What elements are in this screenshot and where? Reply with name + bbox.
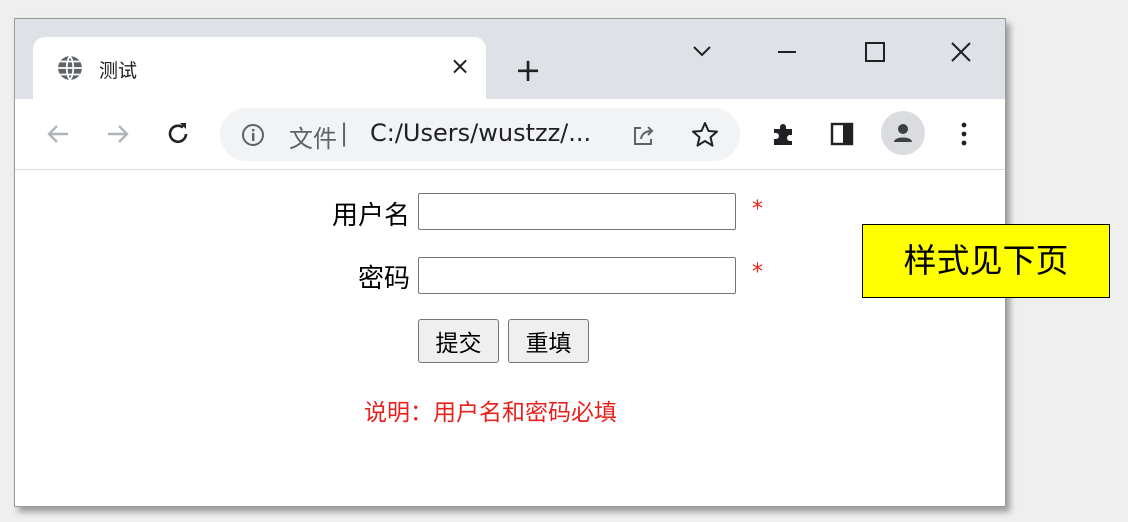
new-tab-button[interactable]: +	[511, 53, 545, 87]
submit-button[interactable]: 提交	[418, 319, 499, 363]
username-label: 用户名	[331, 201, 410, 231]
browser-toolbar: 文件 | C:/Users/wustzz/...	[15, 99, 1005, 170]
globe-icon	[58, 55, 82, 81]
maximize-icon[interactable]	[855, 35, 895, 69]
reset-button[interactable]: 重填	[508, 319, 589, 363]
person-icon	[894, 124, 912, 142]
username-required-mark: *	[752, 197, 763, 222]
profile-avatar[interactable]	[881, 111, 925, 155]
address-scheme-label: 文件	[289, 125, 337, 153]
address-bar[interactable]: 文件 | C:/Users/wustzz/...	[220, 108, 740, 161]
close-window-icon[interactable]	[941, 35, 981, 69]
page-content: 用户名 * 密码 * 提交 重填 说明：用户名和密码必填	[15, 170, 1005, 506]
tab-active[interactable]: 测试 ×	[33, 37, 486, 99]
share-icon[interactable]	[630, 121, 658, 149]
browser-window: 测试 × + 文件 | C:/Users/wustzz/... 用户名 * 密码…	[14, 18, 1006, 507]
title-bar: 测试 × +	[15, 19, 1005, 99]
password-label: 密码	[357, 264, 410, 294]
minimize-icon[interactable]	[767, 35, 807, 69]
reload-icon[interactable]	[161, 117, 195, 151]
side-panel-icon[interactable]	[825, 117, 859, 151]
address-separator: |	[340, 119, 349, 147]
forward-arrow-icon[interactable]	[101, 117, 135, 151]
slide-callout-box: 样式见下页	[862, 224, 1110, 298]
form-note: 说明：用户名和密码必填	[364, 400, 617, 426]
password-input[interactable]	[418, 257, 736, 294]
menu-kebab-icon[interactable]	[947, 117, 981, 151]
bookmark-star-icon[interactable]	[690, 120, 720, 150]
username-input[interactable]	[418, 193, 736, 230]
address-url[interactable]: C:/Users/wustzz/...	[370, 119, 591, 147]
info-icon[interactable]	[240, 122, 266, 148]
password-required-mark: *	[752, 260, 763, 285]
tab-search-chevron-icon[interactable]	[682, 35, 722, 69]
extensions-puzzle-icon[interactable]	[767, 117, 801, 151]
back-arrow-icon[interactable]	[41, 117, 75, 151]
tab-close-button[interactable]: ×	[445, 51, 475, 81]
tab-title: 测试	[99, 60, 138, 82]
